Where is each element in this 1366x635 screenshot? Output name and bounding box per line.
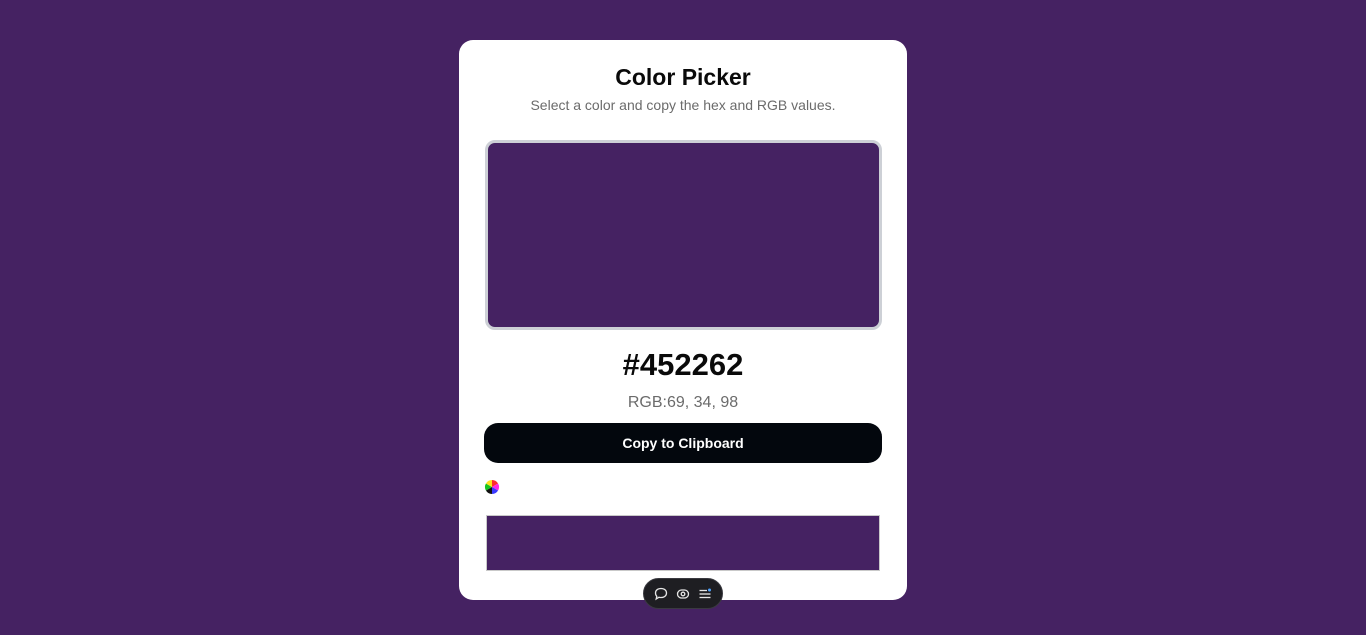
- page-subtitle: Select a color and copy the hex and RGB …: [530, 97, 836, 113]
- copy-to-clipboard-button[interactable]: Copy to Clipboard: [484, 423, 882, 463]
- eye-icon[interactable]: [673, 584, 693, 604]
- menu-list-icon[interactable]: [695, 584, 715, 604]
- floating-toolbar: [643, 578, 723, 609]
- native-color-input[interactable]: [486, 515, 880, 571]
- page-title: Color Picker: [615, 64, 751, 90]
- comment-icon[interactable]: [651, 584, 671, 604]
- page-background: Color Picker Select a color and copy the…: [0, 0, 1366, 635]
- rgb-value: RGB:69, 34, 98: [627, 394, 739, 411]
- color-preview-swatch[interactable]: [485, 140, 882, 330]
- color-wheel-icon[interactable]: [484, 479, 500, 495]
- hex-value: #452262: [622, 347, 744, 382]
